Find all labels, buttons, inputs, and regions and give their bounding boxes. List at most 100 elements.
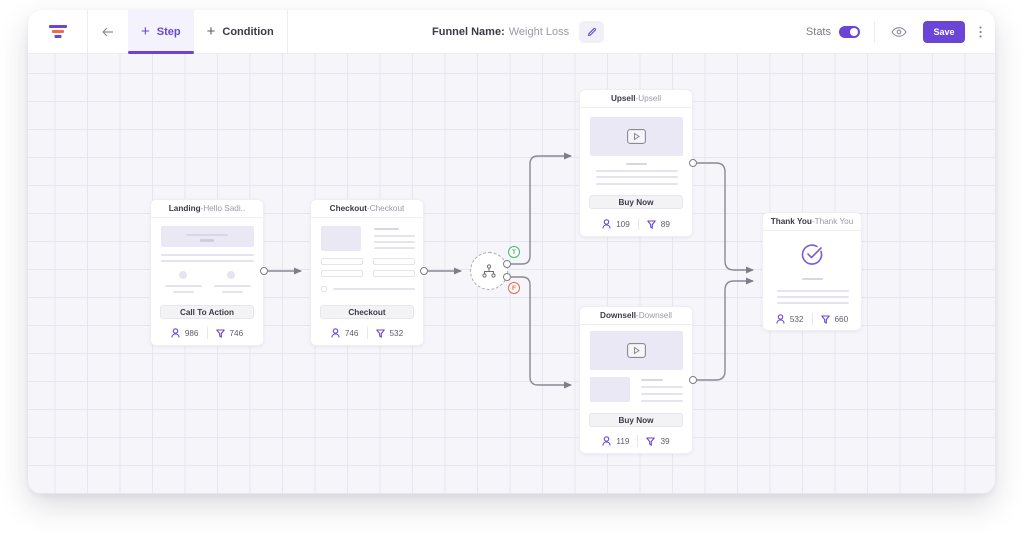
stats-label: Stats	[805, 26, 831, 38]
output-port[interactable]	[260, 267, 268, 275]
false-output-port[interactable]	[503, 273, 511, 281]
node-type: Upsell	[610, 94, 636, 103]
preview-line	[802, 278, 823, 280]
preview-line	[374, 247, 415, 249]
save-button[interactable]: Save	[923, 21, 965, 43]
toolbar-actions: Stats Save	[806, 10, 995, 54]
buy-now-button[interactable]: Buy Now	[589, 413, 683, 427]
preview-line	[641, 379, 663, 381]
checkout-button[interactable]: Checkout	[320, 305, 414, 319]
preview-line	[165, 285, 202, 287]
funnel-name-label: Funnel Name:	[432, 26, 505, 38]
preview-button[interactable]	[889, 22, 909, 42]
call-to-action-button[interactable]: Call To Action	[160, 305, 254, 319]
output-port[interactable]	[420, 267, 428, 275]
user-icon	[331, 328, 340, 338]
preview-line	[173, 291, 194, 293]
image-placeholder	[321, 226, 361, 251]
false-branch-badge: F	[508, 282, 520, 294]
logo[interactable]	[28, 10, 88, 54]
output-port[interactable]	[689, 376, 697, 384]
node-name: Checkout	[369, 204, 405, 213]
user-icon	[776, 314, 785, 324]
visitor-count: 109	[616, 219, 630, 229]
preview-line	[596, 183, 678, 185]
divider	[811, 313, 813, 325]
funnel-logo-icon	[48, 24, 67, 38]
divider	[637, 435, 639, 447]
node-title: Landing - Hello Sadi..	[151, 200, 263, 218]
conversion-count: 532	[389, 328, 404, 338]
node-title: Thank You - Thank You	[763, 213, 861, 231]
back-button[interactable]	[88, 10, 128, 54]
check-circle-icon	[801, 244, 823, 265]
preview-line	[374, 235, 415, 237]
user-icon	[171, 328, 180, 338]
step-node-landing[interactable]: Landing - Hello Sadi.. Call To Action 98…	[150, 199, 264, 346]
preview-line	[626, 163, 647, 165]
conversion-count: 660	[834, 314, 849, 324]
field-placeholder	[321, 258, 363, 265]
more-vertical-icon	[978, 26, 982, 38]
preview-line	[777, 296, 849, 298]
edit-funnel-name-button[interactable]	[579, 21, 605, 43]
eye-icon	[891, 27, 907, 37]
visitor-count: 532	[789, 314, 804, 324]
preview-line	[374, 241, 415, 243]
node-name: Downsell	[638, 311, 672, 320]
conversion-count: 746	[229, 328, 244, 338]
divider	[206, 327, 208, 339]
node-stats: 109 89	[580, 217, 692, 231]
preview-line	[641, 386, 683, 388]
node-stats: 986 746	[151, 326, 263, 340]
node-stats: 532 660	[763, 312, 861, 326]
buy-now-button[interactable]: Buy Now	[589, 195, 683, 209]
arrow-left-icon	[102, 27, 113, 36]
more-options-button[interactable]	[965, 10, 995, 54]
step-node-upsell[interactable]: Upsell - Upsell Buy Now 109 89	[579, 89, 693, 237]
visitor-count: 119	[616, 436, 630, 446]
filter-icon	[646, 436, 656, 446]
node-title: Checkout - Checkout	[311, 200, 423, 218]
preview-circle	[227, 271, 235, 279]
field-placeholder	[373, 258, 415, 265]
funnel-name-value: Weight Loss	[508, 26, 570, 38]
preview-line	[777, 290, 849, 292]
output-port[interactable]	[689, 159, 697, 167]
node-stats: 119 39	[580, 434, 692, 448]
preview-line	[641, 393, 683, 395]
step-node-downsell[interactable]: Downsell - Downsell Buy Now 119 39	[579, 306, 693, 454]
image-placeholder	[590, 377, 630, 402]
plus-icon: +	[141, 23, 150, 40]
node-title: Upsell - Upsell	[580, 90, 692, 108]
tab-step[interactable]: + Step	[128, 10, 194, 54]
divider	[366, 327, 368, 339]
preview-line	[161, 254, 254, 256]
preview-line	[161, 260, 254, 262]
divider	[874, 21, 875, 43]
conversion-count: 89	[660, 219, 670, 229]
conversion-count: 39	[660, 436, 670, 446]
pencil-icon	[587, 27, 596, 37]
node-type: Downsell	[600, 311, 636, 320]
stats-toggle[interactable]	[839, 26, 860, 38]
preview-line	[214, 285, 251, 287]
node-type: Checkout	[329, 204, 367, 213]
visitor-count: 746	[344, 328, 359, 338]
node-type: Landing	[168, 204, 201, 213]
true-output-port[interactable]	[503, 260, 511, 268]
condition-node[interactable]	[470, 252, 508, 290]
filter-icon	[820, 314, 830, 324]
user-icon	[602, 436, 611, 446]
filter-icon	[375, 328, 385, 338]
preview-line	[596, 176, 678, 178]
play-icon	[627, 343, 646, 358]
step-node-thank-you[interactable]: Thank You - Thank You 532 660	[762, 212, 862, 331]
preview-line	[222, 291, 243, 293]
preview-line	[186, 234, 228, 236]
node-type: Thank You	[770, 217, 812, 226]
preview-circle	[179, 271, 187, 279]
step-node-checkout[interactable]: Checkout - Checkout Checkout 746 532	[310, 199, 424, 346]
tab-condition[interactable]: + Condition	[194, 10, 287, 54]
preview-line	[333, 288, 415, 290]
